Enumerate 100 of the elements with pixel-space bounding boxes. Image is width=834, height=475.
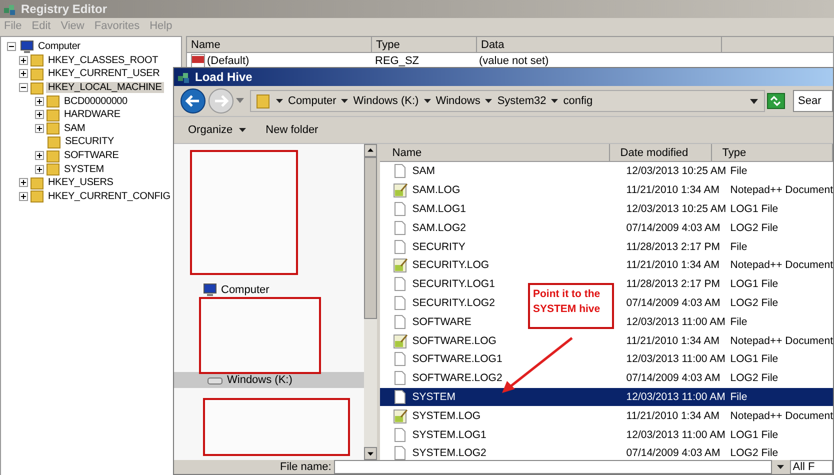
caret-icon[interactable] xyxy=(551,98,558,104)
file-type: LOG1 File xyxy=(730,353,778,366)
folder-icon xyxy=(30,176,44,190)
table-cell-text: REG_SZ xyxy=(374,55,420,67)
file-type: LOG2 File xyxy=(730,372,778,384)
file-type: LOG2 File xyxy=(730,296,778,309)
dropdown-caret-icon[interactable] xyxy=(236,98,244,104)
tree-item[interactable]: HKEY_CURRENT_CONFIG xyxy=(46,190,172,202)
caret-icon[interactable] xyxy=(750,98,758,104)
expand-toggle[interactable] xyxy=(35,110,44,120)
file-name[interactable]: SYSTEM.LOG xyxy=(412,410,481,422)
tree-item[interactable]: HKEY_CURRENT_USER xyxy=(46,68,162,80)
caret-icon[interactable] xyxy=(276,98,283,104)
column-header[interactable]: Data xyxy=(477,37,722,52)
caret-icon[interactable] xyxy=(485,98,492,104)
caret-icon[interactable] xyxy=(341,98,348,104)
file-name[interactable]: SOFTWARE.LOG1 xyxy=(412,353,502,366)
file-type: Notepad++ Document xyxy=(730,259,833,272)
date-modified: 07/14/2009 4:03 AM xyxy=(626,222,720,234)
breadcrumb-item[interactable]: System32 xyxy=(497,95,546,107)
file-name[interactable]: SECURITY xyxy=(412,240,466,253)
computer-icon xyxy=(18,40,34,54)
file-type: File xyxy=(730,316,748,328)
file-name[interactable]: SYSTEM xyxy=(412,390,456,403)
tree-item[interactable]: Computer xyxy=(36,41,82,52)
column-header[interactable]: Name xyxy=(187,37,372,52)
file-type: LOG2 File xyxy=(730,222,778,234)
file-name[interactable]: SOFTWARE xyxy=(412,316,472,328)
expand-toggle[interactable] xyxy=(35,151,44,160)
caret-icon[interactable] xyxy=(424,98,431,104)
date-modified: 12/03/2013 11:00 AM xyxy=(626,428,726,441)
address-bar[interactable]: Computer Windows (K:) Windows System32 config xyxy=(250,90,765,112)
tree-item[interactable]: SECURITY xyxy=(63,136,116,148)
breadcrumb-item[interactable]: Computer xyxy=(288,95,336,107)
breadcrumb-item[interactable]: config xyxy=(563,95,593,107)
new-folder-button[interactable]: New folder xyxy=(264,122,320,138)
organize-menu-button[interactable]: Organize xyxy=(186,122,248,138)
refresh-icon[interactable] xyxy=(767,93,785,109)
file-name[interactable]: SAM xyxy=(412,165,436,178)
annotation-callout: Point it to the SYSTEM hive xyxy=(528,283,614,329)
tree-item[interactable]: SAM xyxy=(62,122,88,134)
expand-toggle[interactable] xyxy=(19,56,28,65)
window-title: Registry Editor xyxy=(21,2,108,16)
file-name[interactable]: SYSTEM.LOG1 xyxy=(412,428,486,441)
tree-item[interactable]: BCD00000000 xyxy=(62,96,130,107)
expand-toggle[interactable] xyxy=(19,69,28,78)
expand-toggle[interactable] xyxy=(19,178,28,188)
file-name[interactable]: SOFTWARE.LOG2 xyxy=(412,372,502,384)
search-field[interactable]: Sear xyxy=(793,90,833,112)
tree-item[interactable]: HKEY_USERS xyxy=(46,177,116,188)
file-name[interactable]: SOFTWARE.LOG xyxy=(412,334,496,347)
column-header[interactable]: Name xyxy=(380,144,610,161)
tree-item[interactable]: SYSTEM xyxy=(62,164,106,175)
collapse-toggle[interactable] xyxy=(7,42,16,52)
file-name[interactable]: SYSTEM.LOG2 xyxy=(412,447,486,460)
tree-item[interactable]: SOFTWARE xyxy=(62,150,121,162)
date-modified: 07/14/2009 4:03 AM xyxy=(626,447,720,460)
column-header[interactable]: Type xyxy=(712,144,833,161)
value-name: (Default) xyxy=(207,55,250,67)
dialog-title: Load Hive xyxy=(195,70,252,84)
file-type: Notepad++ Document xyxy=(730,410,833,422)
file-type-dropdown[interactable]: All F xyxy=(790,460,834,474)
date-modified: 07/14/2009 4:03 AM xyxy=(626,296,720,309)
nav-item[interactable]: Computer xyxy=(174,282,364,298)
folder-icon xyxy=(255,93,271,109)
collapse-toggle[interactable] xyxy=(19,83,28,92)
scroll-bar[interactable] xyxy=(364,144,378,460)
nav-item[interactable]: Windows (K:) xyxy=(174,372,364,388)
file-name[interactable]: SAM.LOG xyxy=(412,184,460,196)
scroll-up-icon[interactable] xyxy=(364,144,378,157)
scroll-down-icon[interactable] xyxy=(364,447,378,460)
folder-icon xyxy=(30,53,44,68)
breadcrumb-item[interactable]: Windows xyxy=(436,95,480,107)
file-name[interactable]: SAM.LOG1 xyxy=(412,202,466,215)
file-name[interactable]: SAM.LOG2 xyxy=(412,222,466,234)
tree-item[interactable]: HARDWARE xyxy=(62,109,122,120)
column-header[interactable]: Type xyxy=(372,37,477,52)
date-modified: 11/28/2013 2:17 PM xyxy=(626,278,720,290)
file-name[interactable]: SECURITY.LOG xyxy=(412,259,490,272)
expand-toggle[interactable] xyxy=(35,124,44,133)
file-name-label: File name: xyxy=(280,461,332,473)
computer-icon xyxy=(201,283,217,297)
folder-icon xyxy=(30,189,44,204)
file-name[interactable]: SECURITY.LOG2 xyxy=(412,296,495,309)
tree-item[interactable]: HKEY_CLASSES_ROOT xyxy=(46,54,160,66)
date-modified: 12/03/2013 11:00 AM xyxy=(626,353,726,366)
breadcrumb-item[interactable]: Windows (K:) xyxy=(353,95,419,107)
expand-toggle[interactable] xyxy=(35,96,44,106)
folder-icon xyxy=(46,162,60,176)
selected-file-row[interactable]: SYSTEM 12/03/2013 11:00 AM File xyxy=(380,388,833,406)
table-cell-text: (value not set) xyxy=(478,55,550,67)
column-header[interactable]: Date modified xyxy=(610,144,712,161)
folder-icon xyxy=(47,134,61,149)
tree-item[interactable]: HKEY_LOCAL_MACHINE xyxy=(46,82,164,94)
file-name[interactable]: SECURITY.LOG1 xyxy=(412,278,495,290)
expand-toggle[interactable] xyxy=(19,192,28,201)
file-type: Notepad++ Document xyxy=(730,184,833,196)
date-modified: 11/21/2010 1:34 AM xyxy=(626,334,720,347)
date-modified: 11/28/2013 2:17 PM xyxy=(626,240,720,253)
expand-toggle[interactable] xyxy=(35,164,44,174)
